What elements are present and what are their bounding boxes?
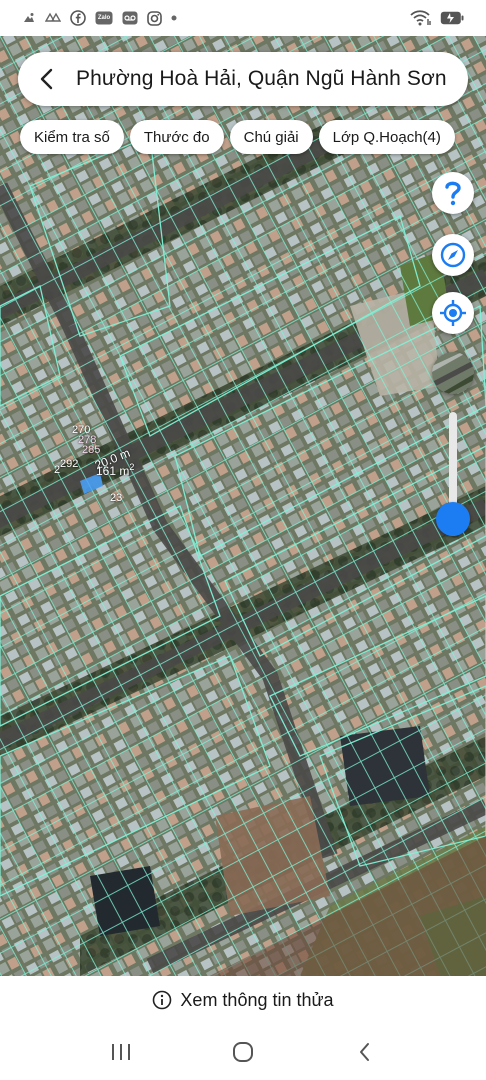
status-bar: Zalo [0, 0, 486, 36]
home-icon [233, 1042, 253, 1062]
map-view[interactable]: 270 278 285 292 2 20.0 m 161 m2 23 [0, 36, 486, 976]
zalo-icon: Zalo [95, 11, 113, 25]
measure-area-label: 161 m2 [96, 462, 134, 478]
instagram-icon [147, 10, 162, 26]
parcel-label: 23 [110, 492, 123, 504]
info-icon [153, 990, 172, 1010]
chip-check-number[interactable]: Kiểm tra số [20, 120, 124, 154]
satellite-layer-icon [432, 352, 474, 394]
voicemail-icon [122, 11, 138, 25]
crosshair-icon [440, 300, 466, 326]
zalo-label: Zalo [97, 15, 111, 21]
back-button[interactable] [32, 64, 62, 94]
header-search-bar: Phường Hoà Hải, Quận Ngũ Hành Sơn [18, 52, 468, 106]
parcel-label: 2 [54, 464, 61, 476]
status-left: Zalo [22, 10, 177, 26]
question-icon [445, 181, 461, 206]
wifi-icon [410, 10, 432, 26]
facebook-icon [70, 10, 86, 26]
chip-ruler[interactable]: Thước đo [129, 120, 224, 154]
chevron-left-icon [40, 68, 53, 90]
location-title: Phường Hoà Hải, Quận Ngũ Hành Sơn [76, 67, 447, 90]
compass-icon [440, 242, 466, 268]
chip-planning-layer[interactable]: Lớp Q.Hoạch(4) [318, 120, 455, 154]
compass-button[interactable] [432, 234, 474, 276]
system-nav-bar [0, 1024, 486, 1080]
status-right [410, 10, 464, 26]
sos-icon [45, 11, 61, 25]
chip-legend[interactable]: Chú giải [229, 120, 313, 154]
opacity-slider-thumb[interactable] [436, 501, 470, 536]
recent-apps-button[interactable] [101, 1032, 141, 1072]
parcel-label: 292 [60, 458, 79, 470]
photos-icon [22, 11, 36, 25]
satellite-map [0, 36, 486, 976]
locate-button[interactable] [432, 292, 474, 334]
parcel-info-label: Xem thông tin thửa [180, 989, 334, 1010]
area-value: 161 m [96, 464, 130, 478]
nav-back-button[interactable] [345, 1032, 385, 1072]
battery-icon [440, 11, 464, 25]
area-unit-sup: 2 [129, 462, 135, 472]
tool-chips: Kiểm tra số Thước đo Chú giải Lớp Q.Hoạc… [20, 120, 455, 154]
parcel-label: 285 [82, 444, 101, 456]
recent-apps-icon [112, 1044, 130, 1060]
layer-toggle-button[interactable] [432, 352, 474, 394]
back-icon [360, 1043, 369, 1061]
parcel-info-button[interactable]: Xem thông tin thửa [0, 976, 486, 1024]
home-button[interactable] [223, 1032, 263, 1072]
help-button[interactable] [432, 172, 474, 214]
dot-icon [171, 15, 177, 21]
